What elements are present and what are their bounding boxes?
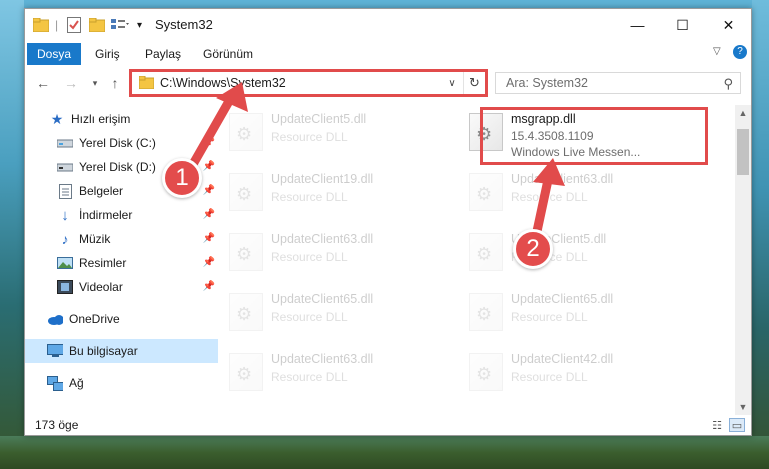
vertical-scrollbar[interactable]: ▲ ▼ — [735, 105, 751, 415]
pin-icon[interactable]: 📌 — [203, 257, 215, 268]
pin-icon[interactable]: 📌 — [203, 233, 215, 244]
sidebar-item-downloads[interactable]: ↓ İndirmeler 📌 — [25, 203, 218, 227]
drive-icon — [57, 159, 73, 175]
star-icon: ★ — [50, 110, 64, 127]
file-item[interactable]: ⚙ UpdateClient63.dll Resource DLL — [221, 225, 447, 277]
file-item[interactable]: ⚙ UpdateClient65.dll Resource DLL — [461, 285, 687, 337]
up-arrow-icon[interactable]: ↑ — [105, 73, 125, 93]
view-options-icon[interactable] — [111, 17, 131, 33]
desktop-background-bottom — [0, 436, 769, 469]
computer-icon — [47, 343, 63, 359]
close-button[interactable]: ✕ — [706, 9, 751, 41]
search-input[interactable]: Ara: System32 ⚲ — [495, 72, 741, 94]
file-item[interactable]: ⚙ UpdateClient5.dll Resource DLL — [461, 225, 687, 277]
file-item[interactable]: ⚙ UpdateClient63.dll Resource DLL — [461, 165, 687, 217]
navigation-bar: ← → ▾ ↑ C:\Windows\System32 ∨ ↻ Ara: Sys… — [25, 69, 751, 97]
picture-icon — [57, 255, 73, 271]
video-icon — [57, 279, 73, 295]
help-icon[interactable]: ? — [733, 45, 747, 59]
network-icon — [47, 375, 63, 391]
scroll-down-icon[interactable]: ▼ — [735, 399, 751, 415]
recent-locations-icon[interactable]: ▾ — [85, 73, 105, 93]
dll-file-icon: ⚙ — [229, 233, 263, 271]
ribbon-tabs: Dosya Giriş Paylaş Görünüm ▽ ? — [25, 41, 751, 65]
sidebar-item-onedrive[interactable]: OneDrive — [25, 307, 218, 331]
tab-file[interactable]: Dosya — [27, 43, 82, 65]
search-placeholder: Ara: System32 — [506, 76, 588, 90]
window-title: System32 — [155, 17, 213, 32]
desktop-background-right — [752, 0, 769, 469]
address-highlight-box — [129, 69, 488, 97]
title-bar: | ▾ System32 — ☐ ✕ — [25, 9, 751, 41]
search-icon[interactable]: ⚲ — [723, 76, 733, 92]
file-list: ⚙ UpdateClient5.dll Resource DLL ⚙ Updat… — [221, 105, 735, 415]
back-arrow-icon[interactable]: ← — [33, 73, 53, 93]
scroll-thumb[interactable] — [737, 129, 749, 175]
desktop-background-left — [0, 0, 24, 469]
document-icon — [57, 183, 73, 199]
download-icon: ↓ — [61, 206, 69, 224]
sidebar-item-network[interactable]: Ağ — [25, 371, 218, 395]
scroll-up-icon[interactable]: ▲ — [735, 105, 751, 121]
folder-icon — [33, 17, 49, 33]
status-bar: 173 öge ☷ ▭ — [25, 415, 751, 435]
dll-file-icon: ⚙ — [229, 113, 263, 151]
minimize-button[interactable]: — — [615, 9, 660, 41]
new-folder-icon[interactable] — [89, 17, 105, 33]
cloud-icon — [47, 311, 63, 327]
step-1-badge: 1 — [162, 158, 202, 198]
sidebar-item-quick-access[interactable]: ★ Hızlı erişim — [25, 107, 218, 131]
music-icon: ♪ — [61, 231, 69, 247]
dll-file-icon: ⚙ — [469, 293, 503, 331]
step-2-badge: 2 — [513, 229, 553, 269]
file-explorer-window: | ▾ System32 — ☐ ✕ Dosya Giriş Paylaş Gö… — [24, 8, 752, 436]
file-highlight-box — [480, 107, 708, 165]
file-item[interactable]: ⚙ UpdateClient63.dll Resource DLL — [221, 345, 447, 397]
customize-toolbar-icon[interactable]: ▾ — [137, 17, 142, 33]
maximize-button[interactable]: ☐ — [660, 9, 705, 41]
sidebar-item-local-disk-c[interactable]: Yerel Disk (C:) 📌 — [25, 131, 218, 155]
tab-home[interactable]: Giriş — [85, 43, 130, 65]
file-item[interactable]: ⚙ UpdateClient5.dll Resource DLL — [221, 105, 447, 157]
drive-icon — [57, 135, 73, 151]
file-item[interactable]: ⚙ UpdateClient19.dll Resource DLL — [221, 165, 447, 217]
pin-icon[interactable]: 📌 — [203, 137, 215, 148]
pin-icon[interactable]: 📌 — [203, 161, 215, 172]
dll-file-icon: ⚙ — [469, 353, 503, 391]
sidebar-item-this-pc[interactable]: Bu bilgisayar — [25, 339, 218, 363]
separator: | — [55, 18, 59, 32]
pin-icon[interactable]: 📌 — [203, 281, 215, 292]
dll-file-icon: ⚙ — [469, 233, 503, 271]
dll-file-icon: ⚙ — [229, 293, 263, 331]
tab-share[interactable]: Paylaş — [135, 43, 191, 65]
pin-icon[interactable]: 📌 — [203, 185, 215, 196]
dll-file-icon: ⚙ — [469, 173, 503, 211]
sidebar-item-videos[interactable]: Videolar 📌 — [25, 275, 218, 299]
sidebar-item-pictures[interactable]: Resimler 📌 — [25, 251, 218, 275]
sidebar-item-music[interactable]: ♪ Müzik 📌 — [25, 227, 218, 251]
expand-ribbon-icon[interactable]: ▽ — [713, 46, 721, 57]
pin-icon[interactable]: 📌 — [203, 209, 215, 220]
large-icons-view-icon[interactable]: ▭ — [729, 418, 745, 432]
properties-icon[interactable] — [67, 17, 81, 33]
navigation-pane: ★ Hızlı erişim Yerel Disk (C:) 📌 Yerel D… — [25, 105, 218, 415]
forward-arrow-icon[interactable]: → — [61, 73, 81, 93]
dll-file-icon: ⚙ — [229, 173, 263, 211]
details-view-icon[interactable]: ☷ — [709, 418, 725, 432]
dll-file-icon: ⚙ — [229, 353, 263, 391]
file-item[interactable]: ⚙ UpdateClient42.dll Resource DLL — [461, 345, 687, 397]
file-item[interactable]: ⚙ UpdateClient65.dll Resource DLL — [221, 285, 447, 337]
tab-view[interactable]: Görünüm — [193, 43, 263, 65]
item-count: 173 öge — [35, 418, 79, 432]
